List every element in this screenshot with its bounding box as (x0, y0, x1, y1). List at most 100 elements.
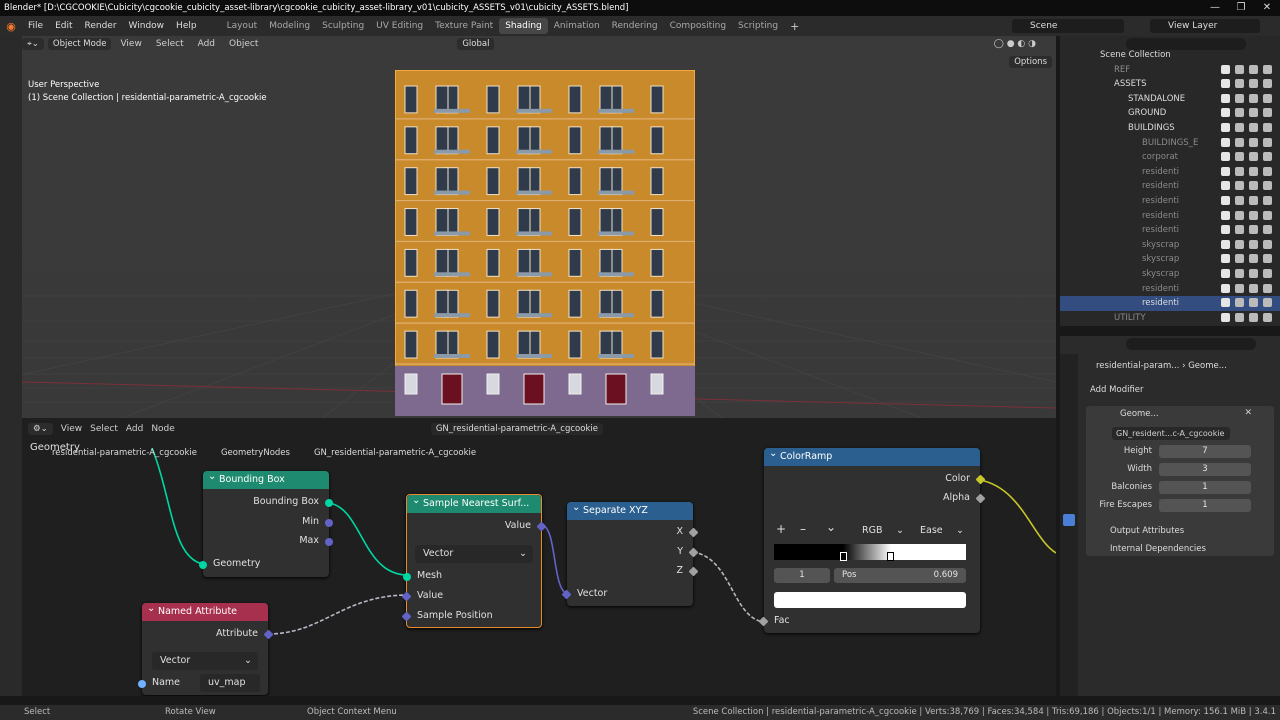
modifier-field-value[interactable]: 3 (1159, 463, 1251, 476)
outliner-item[interactable]: BUILDINGS (1060, 121, 1280, 136)
shading-mode-icons[interactable]: ◯ ● ◐ ◑ (994, 39, 1036, 49)
outliner-item[interactable]: UTILITY (1060, 311, 1280, 326)
workspace-tab-scripting[interactable]: Scripting (732, 18, 784, 34)
workspace-tab-shading[interactable]: Shading (499, 18, 548, 34)
blender-logo-icon[interactable]: ◉ (0, 20, 22, 33)
workspace-tab-layout[interactable]: Layout (221, 18, 264, 34)
eye-icon[interactable] (1235, 196, 1244, 205)
checkbox-icon[interactable] (1221, 210, 1230, 220)
checkbox-icon[interactable] (1221, 225, 1230, 235)
outliner-item[interactable]: BUILDINGS_E (1060, 136, 1280, 151)
named-attribute-node[interactable]: Named Attribute Attribute Vector ⌄ Name u… (138, 600, 274, 695)
sample-data-type-dropdown[interactable]: Vector ⌄ (415, 545, 533, 563)
workspace-tab-uv-editing[interactable]: UV Editing (370, 18, 429, 34)
add-modifier-button[interactable]: Add Modifier (1090, 385, 1144, 395)
visibility-toggles[interactable] (1221, 312, 1272, 322)
min-output-socket[interactable] (325, 519, 333, 527)
outliner-item[interactable]: residenti (1060, 165, 1280, 180)
outliner-item[interactable]: skyscrap (1060, 252, 1280, 267)
visibility-toggles[interactable] (1221, 254, 1272, 264)
ramp-menu-button[interactable]: ⌄ (826, 520, 836, 534)
checkbox-icon[interactable] (1221, 166, 1230, 176)
node-group-selector[interactable]: GN_residential-parametric-A_cgcookie (430, 423, 603, 435)
checkbox-icon[interactable] (1221, 196, 1230, 205)
stop-index-field[interactable]: 1 (774, 568, 830, 583)
outliner-item[interactable]: residenti (1060, 194, 1280, 209)
menu-window[interactable]: Window (123, 21, 171, 31)
outliner-item[interactable]: Scene Collection (1060, 48, 1280, 63)
outliner-item[interactable]: GROUND (1060, 106, 1280, 121)
checkbox-icon[interactable] (1221, 93, 1230, 103)
visibility-toggles[interactable] (1221, 93, 1272, 103)
monitor-icon[interactable] (1249, 225, 1258, 235)
color-ramp-gradient[interactable] (774, 544, 966, 560)
close-icon[interactable]: ✕ (1244, 408, 1252, 418)
camera-icon[interactable] (1263, 312, 1272, 322)
outliner-item[interactable]: STANDALONE (1060, 92, 1280, 107)
outliner-item[interactable]: skyscrap (1060, 238, 1280, 253)
visibility-toggles[interactable] (1221, 298, 1272, 308)
eye-icon[interactable] (1235, 64, 1244, 74)
eye-icon[interactable] (1235, 79, 1244, 89)
add-stop-button[interactable]: + (776, 522, 786, 536)
output-attributes-panel[interactable]: Output Attributes (1110, 526, 1184, 536)
minimize-icon[interactable]: — (1202, 0, 1228, 16)
bounding-box-output-socket[interactable] (325, 499, 333, 507)
camera-icon[interactable] (1263, 196, 1272, 205)
monitor-icon[interactable] (1249, 298, 1258, 308)
maximize-icon[interactable]: ❐ (1228, 0, 1254, 16)
modifier-name-field[interactable]: Geome... (1120, 409, 1166, 419)
color-stop-handle-black[interactable] (840, 552, 847, 561)
mesh-input-socket[interactable] (403, 573, 411, 581)
camera-icon[interactable] (1263, 93, 1272, 103)
eye-icon[interactable] (1235, 239, 1244, 249)
monitor-icon[interactable] (1249, 254, 1258, 264)
checkbox-icon[interactable] (1221, 239, 1230, 249)
checkbox-icon[interactable] (1221, 123, 1230, 132)
visibility-toggles[interactable] (1221, 210, 1272, 220)
max-output-socket[interactable] (325, 538, 333, 546)
eye-icon[interactable] (1235, 152, 1244, 162)
eye-icon[interactable] (1235, 108, 1244, 118)
view-layer-selector[interactable]: View Layer (1150, 19, 1260, 33)
modifier-field-value[interactable]: 7 (1159, 445, 1251, 458)
color-ramp-node-header[interactable]: ColorRamp (764, 445, 980, 466)
viewport-menu-view[interactable]: View (115, 39, 146, 49)
camera-icon[interactable] (1263, 137, 1272, 147)
menu-help[interactable]: Help (170, 21, 203, 31)
monitor-icon[interactable] (1249, 64, 1258, 74)
visibility-toggles[interactable] (1221, 137, 1272, 147)
camera-icon[interactable] (1263, 123, 1272, 132)
building-model[interactable] (395, 70, 695, 416)
node-menu-add[interactable]: Add (126, 424, 143, 434)
outliner-item[interactable]: residenti (1060, 223, 1280, 238)
checkbox-icon[interactable] (1221, 283, 1230, 293)
outliner-item[interactable]: residenti (1060, 209, 1280, 224)
menu-file[interactable]: File (22, 21, 49, 31)
checkbox-icon[interactable] (1221, 298, 1230, 308)
attribute-type-dropdown[interactable]: Vector ⌄ (152, 652, 258, 670)
eye-icon[interactable] (1235, 283, 1244, 293)
monitor-icon[interactable] (1249, 181, 1258, 191)
monitor-icon[interactable] (1249, 239, 1258, 249)
transform-orientation-dropdown[interactable]: Global (457, 38, 495, 50)
visibility-toggles[interactable] (1221, 283, 1272, 293)
camera-icon[interactable] (1263, 79, 1272, 89)
eye-icon[interactable] (1235, 93, 1244, 103)
editor-type-button[interactable]: ⌖⌄ (22, 38, 44, 50)
monitor-icon[interactable] (1249, 137, 1258, 147)
outliner-item[interactable]: corporat (1060, 150, 1280, 165)
checkbox-icon[interactable] (1221, 269, 1230, 278)
modifier-field-value[interactable]: 1 (1159, 499, 1251, 512)
outliner-item[interactable]: skyscrap (1060, 267, 1280, 282)
camera-icon[interactable] (1263, 225, 1272, 235)
outliner-item[interactable]: ASSETS (1060, 77, 1280, 92)
scene-selector[interactable]: Scene (1012, 19, 1124, 33)
camera-icon[interactable] (1263, 254, 1272, 264)
node-editor[interactable]: Geometry Bounding Box Bounding Box Min M… (22, 418, 1056, 696)
eye-icon[interactable] (1235, 298, 1244, 308)
color-mode-dropdown[interactable]: RGB ⌄ (854, 522, 910, 540)
sample-nearest-surface-node[interactable]: Sample Nearest Surf... Value Vector ⌄ Mes… (401, 492, 547, 628)
workspace-tab-rendering[interactable]: Rendering (606, 18, 664, 34)
viewport-menu-select[interactable]: Select (151, 39, 189, 49)
